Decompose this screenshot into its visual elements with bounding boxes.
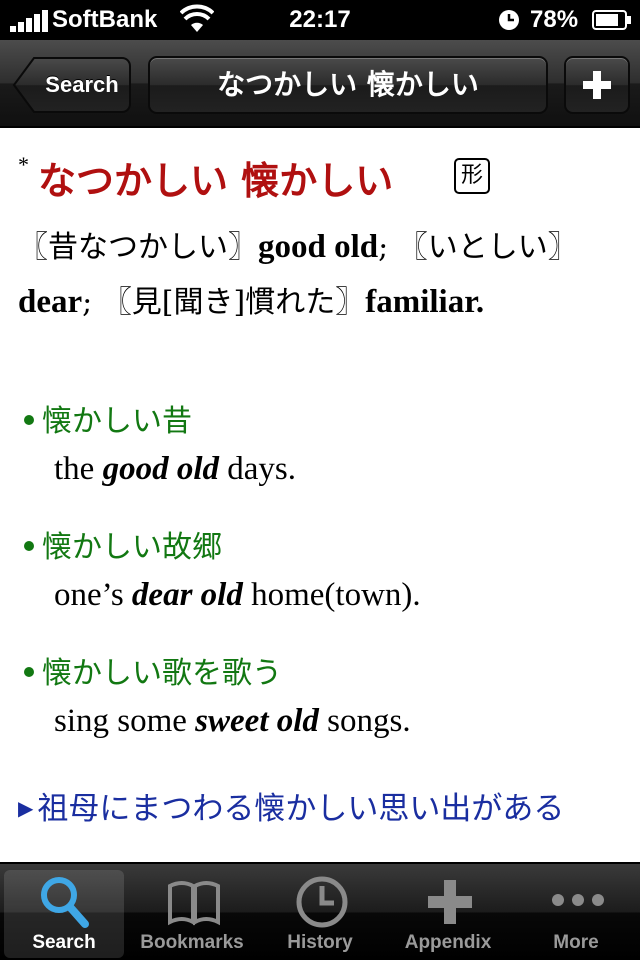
- tab-label: More: [553, 932, 599, 953]
- tab-history[interactable]: History: [260, 870, 380, 958]
- bullet-icon: [24, 666, 34, 677]
- example-english: the good old days.: [54, 451, 296, 487]
- back-search-button[interactable]: Search: [12, 56, 132, 114]
- tab-search[interactable]: Search: [4, 870, 124, 958]
- sense-label-1: 〖昔なつかしい〗: [18, 230, 258, 265]
- example-item: 懐かしい昔 the good old days.: [18, 400, 628, 494]
- navigation-bar: Search なつかしい 懐かしい: [0, 40, 640, 128]
- ellipsis-icon: [552, 894, 604, 906]
- example-item: 懐かしい故郷 one’s dear old home(town).: [18, 526, 628, 620]
- tab-label: History: [287, 932, 353, 953]
- back-button-label: Search: [45, 72, 119, 97]
- definition: 〖昔なつかしい〗good old; 〖いとしい〗dear; 〖見[聞き]慣れた〗…: [18, 229, 578, 320]
- sense-translation-3: familiar.: [365, 284, 485, 320]
- example-japanese: 懐かしい昔: [42, 404, 192, 439]
- sense-translation-1: good old: [258, 229, 379, 265]
- nav-title: なつかしい 懐かしい: [148, 56, 548, 114]
- related-example-link[interactable]: ▶ 祖母にまつわる懐かしい思い出がある: [18, 782, 628, 835]
- magnifier-icon: [41, 877, 89, 928]
- example-japanese: 懐かしい歌を歌う: [42, 656, 282, 691]
- example-japanese: 懐かしい故郷: [42, 530, 222, 565]
- tab-more[interactable]: More: [516, 870, 636, 958]
- book-icon: [168, 881, 220, 926]
- tab-label: Bookmarks: [140, 932, 244, 953]
- related-example-text: 祖母にまつわる懐かしい思い出がある: [37, 791, 565, 827]
- plus-icon: [583, 71, 611, 99]
- headword: なつかしい 懐かしい: [38, 159, 394, 203]
- tab-label: Appendix: [404, 932, 492, 953]
- headword-line: * なつかしい 懐かしい 形: [18, 150, 628, 210]
- add-bookmark-button[interactable]: [564, 56, 630, 114]
- example-english: sing some sweet old songs.: [54, 703, 411, 739]
- dictionary-entry: * なつかしい 懐かしい 形 〖昔なつかしい〗good old; 〖いとしい〗d…: [0, 130, 640, 860]
- part-of-speech-badge: 形: [454, 158, 490, 194]
- tab-bar: Search Bookmarks History Appendix More: [0, 862, 640, 960]
- frequency-asterisk: *: [18, 152, 29, 177]
- battery-icon: [592, 10, 631, 30]
- tab-appendix[interactable]: Appendix: [388, 870, 508, 958]
- example-item: 懐かしい歌を歌う sing some sweet old songs.: [18, 652, 628, 746]
- battery-percent: 78%: [530, 6, 579, 33]
- tab-bookmarks[interactable]: Bookmarks: [132, 870, 252, 958]
- example-english: one’s dear old home(town).: [54, 577, 421, 613]
- sense-label-2: 〖いとしい〗: [397, 230, 578, 265]
- clock-icon: [296, 876, 348, 928]
- bullet-icon: [24, 540, 34, 551]
- disclosure-triangle-icon: ▶: [18, 796, 34, 820]
- status-bar: SoftBank 22:17 78%: [0, 0, 640, 40]
- tab-label: Search: [32, 932, 96, 953]
- plus-icon: [428, 880, 472, 924]
- bullet-icon: [24, 414, 34, 425]
- alarm-clock-icon: [499, 10, 519, 30]
- sense-label-3: 〖見[聞き]慣れた〗: [101, 285, 366, 320]
- sense-translation-2: dear: [18, 284, 83, 320]
